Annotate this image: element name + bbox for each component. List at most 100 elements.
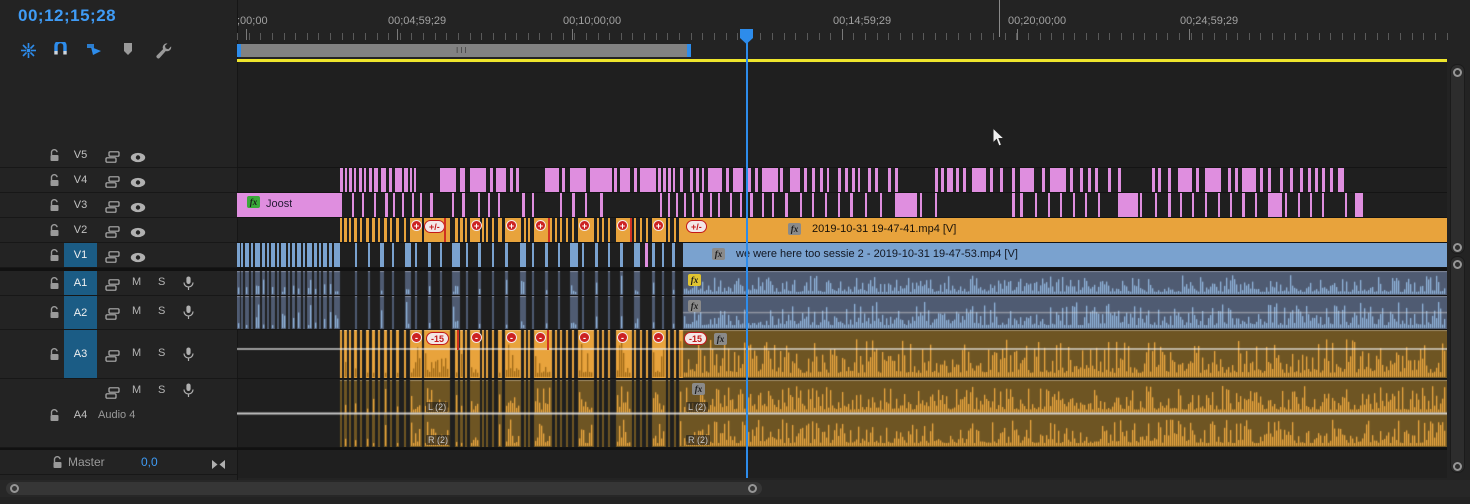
v4-clip-segment[interactable] bbox=[1168, 168, 1171, 192]
a4-track-clips[interactable] bbox=[237, 380, 1447, 447]
v1-clip-segment[interactable] bbox=[582, 243, 584, 267]
v1-clip-segment[interactable] bbox=[415, 243, 417, 267]
v3-clip-segment[interactable] bbox=[812, 193, 814, 217]
v4-clip-segment[interactable] bbox=[868, 168, 871, 192]
v3-clip-segment[interactable] bbox=[865, 193, 867, 217]
track-lock-icon[interactable] bbox=[49, 409, 60, 427]
video-scrollbar-thumb[interactable] bbox=[1450, 64, 1465, 254]
v2-clip-segment[interactable] bbox=[634, 218, 636, 242]
v4-clip-segment[interactable] bbox=[460, 168, 465, 192]
v4-clip-segment[interactable] bbox=[820, 168, 823, 192]
v4-clip-segment[interactable] bbox=[414, 168, 416, 192]
v3-clip-segment[interactable] bbox=[1255, 193, 1257, 217]
toggle-track-output-icon[interactable] bbox=[130, 250, 146, 268]
v2-clip-segment[interactable] bbox=[378, 218, 380, 242]
v4-clip-segment[interactable] bbox=[845, 168, 848, 192]
v1-clip-segment[interactable] bbox=[570, 243, 578, 267]
v4-clip-segment[interactable] bbox=[1315, 168, 1318, 192]
scrollbar-zoom-handle-left[interactable] bbox=[10, 484, 19, 493]
v2-clip-segment[interactable] bbox=[404, 218, 406, 242]
v4-clip-segment[interactable] bbox=[696, 168, 699, 192]
v3-clip-segment[interactable] bbox=[668, 193, 670, 217]
work-area-start-handle[interactable] bbox=[237, 44, 241, 57]
v3-clip-segment[interactable] bbox=[935, 193, 937, 217]
v4-clip-segment[interactable] bbox=[1152, 168, 1155, 192]
v4-clip-segment[interactable] bbox=[1118, 168, 1121, 192]
v4-clip-segment[interactable] bbox=[748, 168, 751, 192]
v1-clip-segment[interactable] bbox=[307, 243, 312, 267]
a1-track-clips[interactable] bbox=[237, 271, 1447, 295]
v4-clip-segment[interactable] bbox=[1300, 168, 1303, 192]
v3-clip-segment[interactable] bbox=[692, 193, 694, 217]
a2-track-clips[interactable] bbox=[237, 296, 1447, 329]
v4-clip-segment[interactable] bbox=[562, 168, 565, 192]
sync-lock-icon[interactable] bbox=[105, 225, 120, 243]
v3-clip-segment[interactable] bbox=[730, 193, 732, 217]
v2-clip-segment[interactable] bbox=[560, 218, 562, 242]
v3-clip-segment[interactable] bbox=[710, 193, 712, 217]
v1-clip-segment[interactable] bbox=[297, 243, 301, 267]
track-lock-icon[interactable] bbox=[49, 224, 60, 242]
v2-clip-segment[interactable] bbox=[566, 218, 568, 242]
playhead-handle[interactable] bbox=[740, 29, 753, 44]
voiceover-record-icon[interactable] bbox=[183, 383, 194, 403]
v4-clip-segment[interactable] bbox=[804, 168, 807, 192]
v3-clip-segment[interactable] bbox=[420, 193, 422, 217]
v3-clip-segment[interactable] bbox=[1345, 193, 1347, 217]
v1-clip-segment[interactable] bbox=[558, 243, 560, 267]
v4-clip-segment[interactable] bbox=[1080, 168, 1083, 192]
track-target-chip-v4[interactable]: V4 bbox=[64, 168, 97, 192]
v1-clip-segment[interactable] bbox=[532, 243, 534, 267]
v3-clip-segment[interactable] bbox=[850, 193, 853, 217]
work-area-grip[interactable]: III bbox=[456, 46, 469, 55]
v2-clip-long[interactable]: +/-fx2019-10-31 19-47-41.mp4 [V] bbox=[683, 218, 1447, 242]
v4-clip-segment[interactable] bbox=[410, 168, 412, 192]
linked-selection-toggle-linked-selection-icon[interactable] bbox=[86, 42, 103, 62]
v4-clip-segment[interactable] bbox=[389, 168, 392, 192]
track-lock-icon[interactable] bbox=[49, 174, 60, 192]
sync-lock-icon[interactable] bbox=[105, 175, 120, 193]
v3-clip-segment[interactable] bbox=[1155, 193, 1157, 217]
v1-clip-segment[interactable] bbox=[267, 243, 269, 267]
v4-clip-segment[interactable] bbox=[668, 168, 671, 192]
v1-clip-segment[interactable] bbox=[505, 243, 508, 267]
v3-clip-segment[interactable] bbox=[1035, 193, 1037, 217]
voiceover-record-icon[interactable] bbox=[183, 347, 194, 367]
v3-clip-segment[interactable] bbox=[393, 193, 395, 217]
v4-clip-segment[interactable] bbox=[658, 168, 661, 192]
v2-clip-segment[interactable] bbox=[349, 218, 351, 242]
v4-clip-segment[interactable] bbox=[1242, 168, 1256, 192]
v4-clip-segment[interactable] bbox=[440, 168, 456, 192]
v2-clip-segment[interactable] bbox=[646, 218, 648, 242]
v1-clip-long[interactable]: fxwe were here too sessie 2 - 2019-10-31… bbox=[683, 243, 1447, 267]
v1-clip-segment[interactable] bbox=[271, 243, 275, 267]
v4-clip-segment[interactable] bbox=[640, 168, 656, 192]
v1-clip-segment[interactable] bbox=[281, 243, 286, 267]
v4-clip-segment[interactable] bbox=[1338, 168, 1344, 192]
v4-clip-segment[interactable] bbox=[673, 168, 675, 192]
v2-clip-segment[interactable] bbox=[465, 218, 467, 242]
playhead-line[interactable] bbox=[746, 40, 748, 478]
v3-clip-segment[interactable] bbox=[452, 193, 454, 217]
v1-clip-segment[interactable] bbox=[652, 243, 655, 267]
v3-clip-segment[interactable] bbox=[800, 193, 802, 217]
v4-clip-segment[interactable] bbox=[570, 168, 586, 192]
solo-button[interactable]: S bbox=[158, 347, 165, 359]
v1-clip-segment[interactable] bbox=[440, 243, 442, 267]
v2-clip-segment[interactable] bbox=[354, 218, 357, 242]
v3-clip-segment[interactable] bbox=[762, 193, 764, 217]
v1-clip-segment-pink[interactable] bbox=[645, 243, 648, 267]
v3-clip-segment[interactable] bbox=[352, 193, 354, 217]
v3-clip-segment[interactable] bbox=[402, 193, 404, 217]
v2-clip-segment[interactable] bbox=[344, 218, 347, 242]
sync-lock-icon[interactable] bbox=[105, 278, 120, 296]
v4-clip-segment[interactable] bbox=[1158, 168, 1161, 192]
v4-clip-segment[interactable] bbox=[852, 168, 855, 192]
v4-clip-segment[interactable] bbox=[1205, 168, 1221, 192]
v4-clip-segment[interactable] bbox=[349, 168, 352, 192]
v4-clip-segment[interactable] bbox=[395, 168, 402, 192]
add-marker-button-marker-icon[interactable] bbox=[122, 42, 134, 61]
v1-clip-segment[interactable] bbox=[492, 243, 494, 267]
scrollbar-zoom-handle[interactable] bbox=[1453, 68, 1462, 77]
v3-clip-segment[interactable] bbox=[676, 193, 678, 217]
